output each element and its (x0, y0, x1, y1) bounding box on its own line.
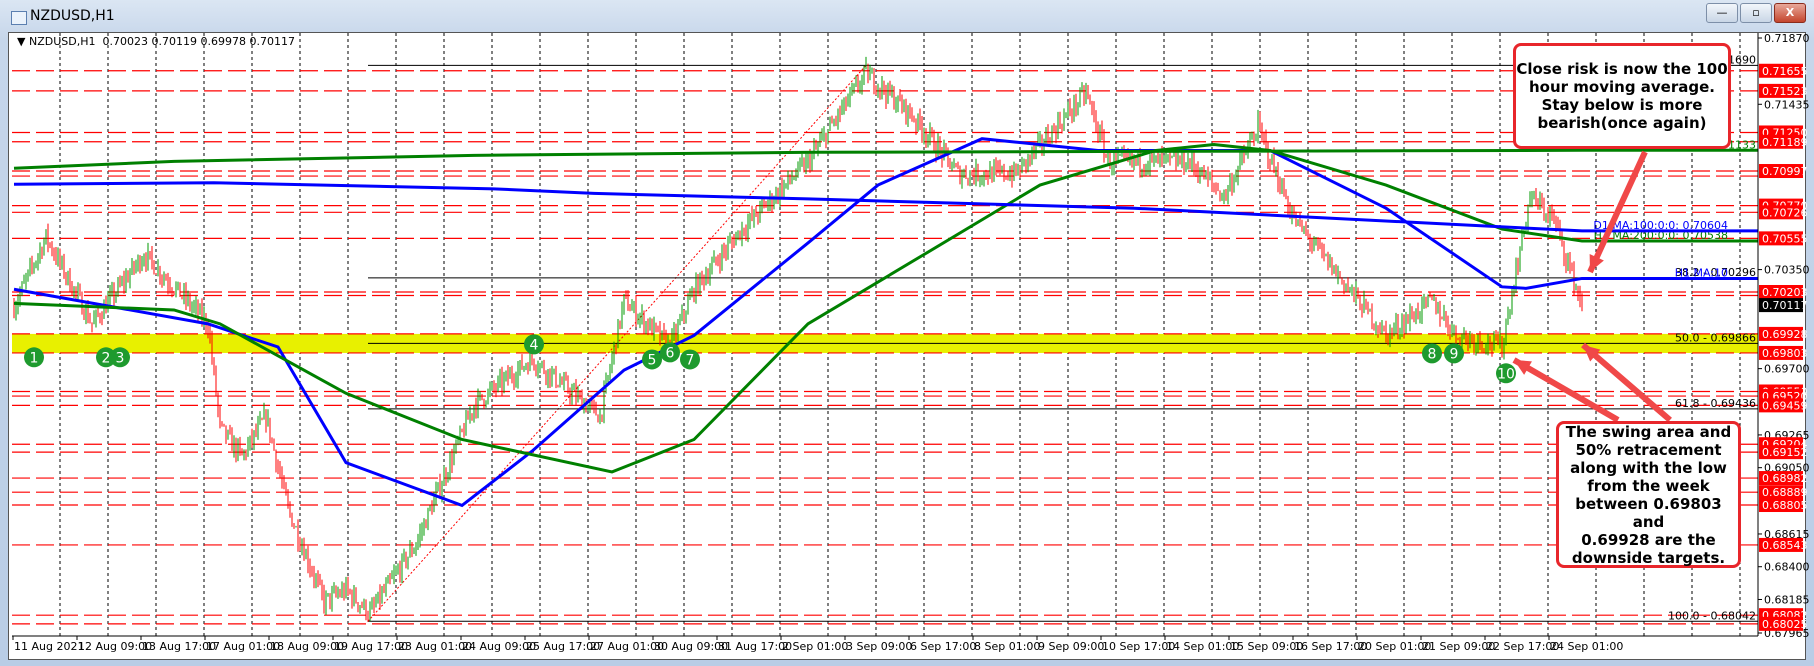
marker-label: 10 (1497, 366, 1515, 382)
level-price-label: 0.70555 (1762, 232, 1808, 245)
callout-line: The swing area and (1565, 422, 1732, 441)
marker-label: 1 (30, 350, 39, 366)
fib-level-label: 50.0 - 0.69866 (1675, 331, 1756, 344)
time-tick-label: 15 Sep 09:00 (1230, 640, 1303, 653)
time-tick-label: 22 Sep 17:00 (1486, 640, 1559, 653)
time-tick-label: 20 Sep 01:00 (1358, 640, 1431, 653)
legend-low: 0.69978 (200, 35, 246, 48)
level-price-label: 0.68982 (1762, 472, 1808, 485)
level-price-label: 0.68805 (1762, 499, 1808, 512)
level-price-label: 0.69803 (1762, 347, 1808, 360)
price-tick-label: 0.70350 (1764, 264, 1810, 277)
numbered-marker: 9 (1444, 343, 1464, 364)
marker-label: 6 (666, 345, 675, 361)
numbered-marker: 8 (1422, 343, 1442, 364)
level-price-label: 0.71189 (1762, 136, 1808, 149)
fib-level-label: 61.8 - 0.69436 (1675, 397, 1756, 410)
callout-line: from the week (1587, 476, 1710, 495)
marker-label: 3 (116, 350, 125, 366)
callout-bottom: The swing area and 50% retracement along… (1556, 421, 1741, 568)
callout-line: Close risk is now the 100 (1516, 60, 1728, 78)
chart-legend: ▼ NZDUSD,H1 0.70023 0.70119 0.69978 0.70… (17, 35, 295, 48)
price-tick-label: 0.71870 (1764, 32, 1810, 45)
arrow-shaft (1512, 357, 1620, 423)
marker-label: 8 (1428, 346, 1437, 362)
numbered-marker: 7 (680, 349, 700, 370)
marker-label: 7 (686, 352, 695, 368)
numbered-marker: 3 (110, 347, 130, 368)
level-price-label: 0.70726 (1762, 206, 1808, 219)
numbered-marker: 1 (24, 347, 44, 368)
level-price-label: 0.70997 (1762, 165, 1808, 178)
marker-label: 4 (530, 337, 539, 353)
callout-line: 0.69928 are the (1581, 530, 1716, 549)
fib-level-label: 100.0 - 0.68042 (1668, 609, 1756, 622)
numbered-marker: 5 (642, 349, 662, 370)
callout-line: along with the low (1570, 458, 1727, 477)
time-tick-label: 14 Sep 01:00 (1166, 640, 1239, 653)
time-tick-label: 10 Sep 17:00 (1102, 640, 1175, 653)
time-tick-label: 8 Sep 01:00 (974, 640, 1040, 653)
callout-line: downside targets. (1571, 548, 1726, 567)
legend-high: 0.70119 (151, 35, 197, 48)
time-tick-label: 24 Sep 01:00 (1550, 640, 1623, 653)
level-price-label: 0.68889 (1762, 486, 1808, 499)
time-tick-label: 21 Sep 09:00 (1422, 640, 1495, 653)
level-price-label: 0.70203 (1762, 286, 1808, 299)
price-tick-label: 0.68185 (1764, 593, 1810, 606)
legend-close: 0.70117 (249, 35, 295, 48)
moving-average-label: H1 MA:10 (1675, 266, 1728, 279)
time-tick-label: 6 Sep 17:00 (910, 640, 976, 653)
moving-average-line (13, 148, 1758, 170)
callout-line: bearish(once again) (1537, 114, 1707, 132)
price-tick-label: 0.68400 (1764, 561, 1810, 574)
time-tick-label: 11 Aug 2021 (14, 640, 84, 653)
time-tick-label: 2 Sep 01:00 (782, 640, 848, 653)
legend-symbol: NZDUSD,H1 (28, 35, 96, 48)
callout-line: 50% retracement (1575, 440, 1722, 459)
callout-line: hour moving average. (1529, 78, 1715, 96)
callout-line: between 0.69803 and (1575, 494, 1722, 531)
level-price-label: 0.69928 (1762, 328, 1808, 341)
numbered-marker: 4 (524, 334, 544, 355)
time-tick-label: 9 Sep 09:00 (1038, 640, 1104, 653)
moving-average-line (13, 181, 1758, 233)
time-tick-label: 3 Sep 09:00 (846, 640, 912, 653)
legend-open: 0.70023 (102, 35, 148, 48)
level-price-label: 0.71523 (1762, 85, 1808, 98)
level-price-label: 0.71655 (1762, 65, 1808, 78)
price-tick-label: 0.69700 (1764, 363, 1810, 376)
callout-top: Close risk is now the 100 hour moving av… (1513, 43, 1731, 149)
time-tick-label: 16 Sep 17:00 (1294, 640, 1367, 653)
current-price-label: 0.70117 (1762, 299, 1808, 312)
numbered-marker: 10 (1496, 363, 1516, 384)
collapse-triangle-icon[interactable]: ▼ (17, 35, 25, 48)
price-tick-label: 0.71435 (1764, 98, 1810, 111)
numbered-marker: 6 (660, 342, 680, 363)
level-price-label: 0.68025 (1762, 618, 1808, 631)
level-price-label: 0.68543 (1762, 539, 1808, 552)
marker-label: 9 (1450, 346, 1459, 362)
moving-average-line (13, 142, 1758, 474)
marker-label: 2 (102, 350, 111, 366)
level-price-label: 0.69459 (1762, 399, 1808, 412)
marker-label: 5 (648, 352, 657, 368)
callout-line: Stay below is more (1541, 96, 1703, 114)
level-price-label: 0.69152 (1762, 446, 1808, 459)
callout-arrow (1512, 357, 1620, 423)
